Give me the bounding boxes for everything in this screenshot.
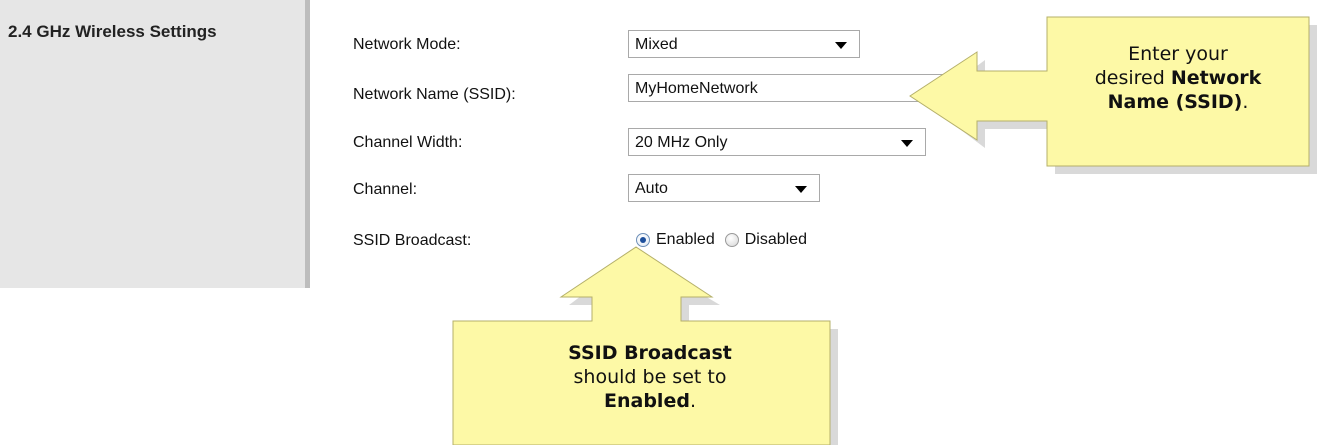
sidebar-panel: 2.4 GHz Wireless Settings <box>0 0 310 288</box>
ssid-callout-line2-pre: desired <box>1094 67 1171 89</box>
enabled-radio[interactable] <box>636 233 650 247</box>
channel-label: Channel: <box>353 181 418 198</box>
section-title: 2.4 GHz Wireless Settings <box>8 22 217 41</box>
channel-value: Auto <box>635 180 668 197</box>
disabled-radio[interactable] <box>724 233 739 247</box>
ssid-callout-text: Enter your desired Network Name (SSID). <box>1047 42 1309 114</box>
channel-select[interactable]: Auto <box>628 174 820 202</box>
ssid-input[interactable]: MyHomeNetwork <box>628 74 1016 102</box>
ssid-broadcast-label: SSID Broadcast: <box>353 232 472 249</box>
network-mode-value: Mixed <box>635 36 678 53</box>
ssid-broadcast-radio-group: Enabled Disabled <box>636 231 807 249</box>
network-mode-label: Network Mode: <box>353 36 461 53</box>
broadcast-callout-line3: Enabled. <box>540 389 760 413</box>
broadcast-callout-line3-bold: Enabled <box>604 390 690 412</box>
ssid-callout-line3-bold: Name (SSID) <box>1107 91 1243 113</box>
chevron-down-icon <box>901 140 913 147</box>
ssid-label: Network Name (SSID): <box>353 86 516 103</box>
ssid-callout-line1: Enter your <box>1128 43 1228 65</box>
channel-width-select[interactable]: 20 MHz Only <box>628 128 926 156</box>
disabled-radio-label[interactable]: Disabled <box>745 231 807 249</box>
ssid-callout-line3-post: . <box>1242 91 1249 113</box>
enabled-radio-label[interactable]: Enabled <box>656 231 715 249</box>
broadcast-callout-line3-post: . <box>689 390 696 412</box>
broadcast-callout-line1: SSID Broadcast <box>540 341 760 365</box>
ssid-callout-line3: Name (SSID). <box>1047 90 1309 114</box>
ssid-value: MyHomeNetwork <box>635 80 758 97</box>
broadcast-callout-line2: should be set to <box>573 366 727 388</box>
ssid-callout-line2: desired Network <box>1047 66 1309 90</box>
network-mode-select[interactable]: Mixed <box>628 30 860 58</box>
broadcast-callout-text: SSID Broadcast should be set to Enabled. <box>540 341 760 413</box>
chevron-down-icon <box>835 42 847 49</box>
channel-width-label: Channel Width: <box>353 134 463 151</box>
ssid-callout-line2-bold: Network <box>1170 67 1262 89</box>
channel-width-value: 20 MHz Only <box>635 134 728 151</box>
broadcast-callout-line1-bold: SSID Broadcast <box>568 342 732 364</box>
chevron-down-icon <box>795 186 807 193</box>
